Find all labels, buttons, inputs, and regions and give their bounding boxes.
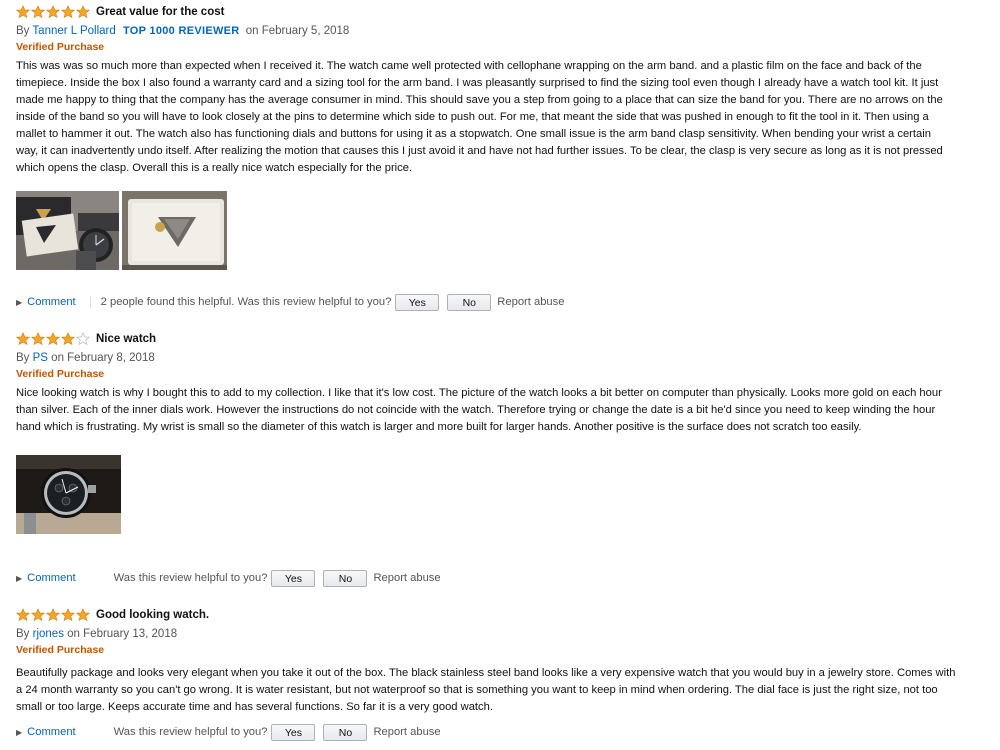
- helpful-yes-button[interactable]: Yes: [395, 293, 440, 311]
- review-1-actions: ▶ Comment 2 people found this helpful. W…: [16, 292, 564, 312]
- star-full-icon: [16, 332, 30, 346]
- star-full-icon: [46, 5, 60, 19]
- helpful-no-button[interactable]: No: [323, 723, 368, 741]
- helpful-yes-button[interactable]: Yes: [271, 723, 316, 741]
- author-link[interactable]: Tanner L Pollard: [32, 25, 115, 37]
- comment-link[interactable]: ▶ Comment: [16, 572, 76, 584]
- review-body: This was was so much more than expected …: [16, 60, 943, 174]
- review-3: Good looking watch. By rjones on Februar…: [16, 606, 956, 716]
- review-3-actions: ▶ Comment Was this review helpful to you…: [16, 722, 441, 742]
- helpful-no-button[interactable]: No: [323, 569, 368, 587]
- star-rating-4[interactable]: [16, 332, 91, 346]
- verified-purchase-badge[interactable]: Verified Purchase: [16, 40, 956, 55]
- reviewer-badge[interactable]: TOP 1000 REVIEWER: [123, 25, 240, 37]
- review-image-watch-and-box[interactable]: [16, 191, 119, 270]
- review-2-actions: ▶ Comment Was this review helpful to you…: [16, 568, 441, 588]
- by-label: By: [16, 352, 30, 364]
- comment-label[interactable]: Comment: [27, 572, 76, 584]
- star-full-icon: [31, 608, 45, 622]
- star-full-icon: [76, 5, 90, 19]
- review-byline: By Tanner L Pollard TOP 1000 REVIEWER on…: [16, 23, 956, 39]
- review-image-box-lid[interactable]: [122, 191, 227, 270]
- comment-link[interactable]: ▶ Comment: [16, 726, 76, 738]
- star-full-icon: [16, 608, 30, 622]
- review-images: [16, 191, 956, 270]
- comment-label[interactable]: Comment: [27, 726, 76, 738]
- star-empty-icon: [76, 332, 90, 346]
- helpful-text: Was this review helpful to you?: [113, 572, 268, 584]
- report-abuse-link[interactable]: Report abuse: [497, 296, 564, 308]
- star-full-icon: [61, 608, 75, 622]
- caret-right-icon: ▶: [16, 297, 23, 307]
- review-header: Great value for the cost: [16, 3, 956, 21]
- review-date: on February 5, 2018: [245, 25, 350, 37]
- star-full-icon: [76, 608, 90, 622]
- helpful-text: 2 people found this helpful. Was this re…: [100, 296, 392, 308]
- verified-purchase-badge[interactable]: Verified Purchase: [16, 367, 956, 382]
- author-link[interactable]: rjones: [33, 628, 64, 640]
- star-full-icon: [31, 332, 45, 346]
- caret-right-icon: ▶: [16, 727, 23, 737]
- review-date: on February 8, 2018: [51, 352, 155, 364]
- star-full-icon: [31, 5, 45, 19]
- review-header: Good looking watch.: [16, 606, 956, 624]
- review-title[interactable]: Good looking watch.: [96, 609, 209, 621]
- star-rating-5[interactable]: [16, 5, 91, 19]
- review-byline: By rjones on February 13, 2018: [16, 626, 956, 642]
- review-1: Great value for the cost By Tanner L Pol…: [16, 3, 956, 270]
- comment-label[interactable]: Comment: [27, 296, 76, 308]
- divider: [89, 296, 91, 308]
- review-image-watch-on-wrist[interactable]: [16, 455, 121, 534]
- review-body: Nice looking watch is why I bought this …: [16, 387, 942, 433]
- review-title[interactable]: Great value for the cost: [96, 6, 224, 18]
- caret-right-icon: ▶: [16, 573, 23, 583]
- star-full-icon: [61, 332, 75, 346]
- review-header: Nice watch: [16, 330, 956, 348]
- review-images: [16, 455, 956, 534]
- helpful-no-button[interactable]: No: [447, 293, 492, 311]
- by-label: By: [16, 25, 30, 37]
- review-date: on February 13, 2018: [67, 628, 178, 640]
- star-full-icon: [61, 5, 75, 19]
- report-abuse-link[interactable]: Report abuse: [373, 726, 440, 738]
- comment-link[interactable]: ▶ Comment: [16, 296, 76, 308]
- review-byline: By PS on February 8, 2018: [16, 350, 956, 366]
- star-full-icon: [46, 608, 60, 622]
- author-link[interactable]: PS: [33, 352, 48, 364]
- review-2: Nice watch By PS on February 8, 2018 Ver…: [16, 330, 956, 534]
- report-abuse-link[interactable]: Report abuse: [373, 572, 440, 584]
- helpful-yes-button[interactable]: Yes: [271, 569, 316, 587]
- by-label: By: [16, 628, 30, 640]
- review-body: Beautifully package and looks very elega…: [16, 667, 956, 713]
- helpful-text: Was this review helpful to you?: [113, 726, 268, 738]
- star-full-icon: [16, 5, 30, 19]
- star-full-icon: [46, 332, 60, 346]
- review-title[interactable]: Nice watch: [96, 333, 156, 345]
- verified-purchase-badge[interactable]: Verified Purchase: [16, 643, 956, 658]
- star-rating-5[interactable]: [16, 608, 91, 622]
